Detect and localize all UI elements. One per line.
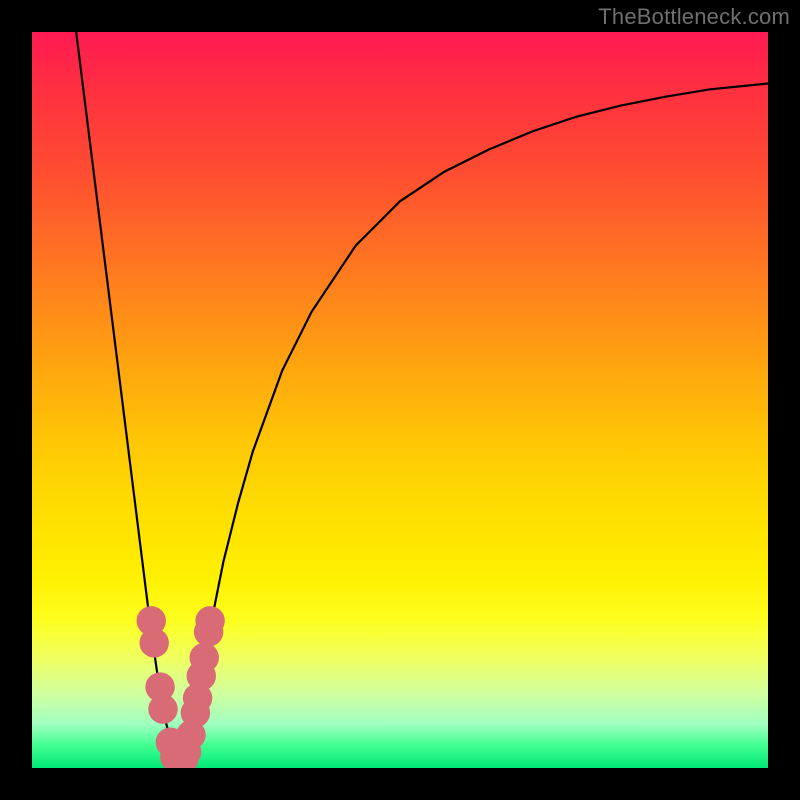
data-marker [195,606,224,635]
curve-path [76,32,768,768]
data-marker [139,628,168,657]
watermark-text: TheBottleneck.com [598,4,790,30]
data-markers [137,606,225,768]
bottleneck-curve [76,32,768,768]
curve-layer [32,32,768,768]
data-marker [190,643,219,672]
chart-frame: TheBottleneck.com [0,0,800,800]
plot-area [32,32,768,768]
data-marker [148,694,177,723]
